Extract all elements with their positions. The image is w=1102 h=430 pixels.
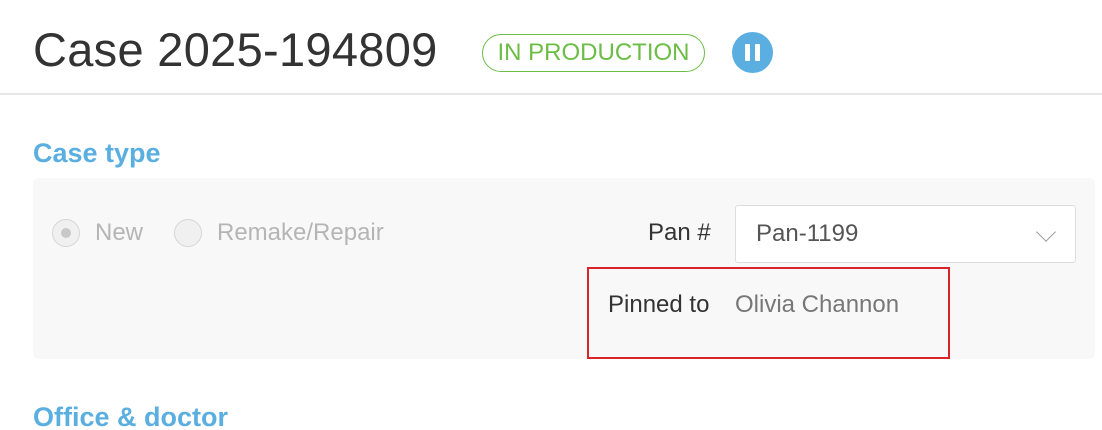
radio-unchecked-icon[interactable]	[174, 219, 202, 247]
page-title: Case 2025-194809	[33, 23, 438, 76]
pan-select[interactable]: Pan-1199	[735, 205, 1076, 263]
radio-remake-repair-label: Remake/Repair	[217, 219, 384, 246]
office-doctor-heading: Office & doctor	[33, 402, 229, 430]
radio-checked-icon[interactable]	[52, 219, 80, 247]
radio-new-label: New	[95, 219, 144, 246]
pan-label: Pan #	[648, 219, 711, 246]
radio-new[interactable]: New	[52, 218, 143, 248]
pinned-to-value: Olivia Channon	[735, 291, 900, 318]
chevron-down-icon	[1036, 222, 1056, 242]
pan-select-value: Pan-1199	[756, 220, 859, 247]
case-page: Case 2025-194809 IN PRODUCTION Case type…	[0, 0, 1102, 430]
case-header: Case 2025-194809 IN PRODUCTION	[0, 0, 1102, 95]
radio-remake-repair[interactable]: Remake/Repair	[174, 218, 384, 248]
pinned-to-label: Pinned to	[608, 291, 710, 318]
case-type-heading: Case type	[33, 138, 161, 168]
pause-button[interactable]	[732, 32, 773, 73]
status-badge: IN PRODUCTION	[482, 34, 705, 72]
